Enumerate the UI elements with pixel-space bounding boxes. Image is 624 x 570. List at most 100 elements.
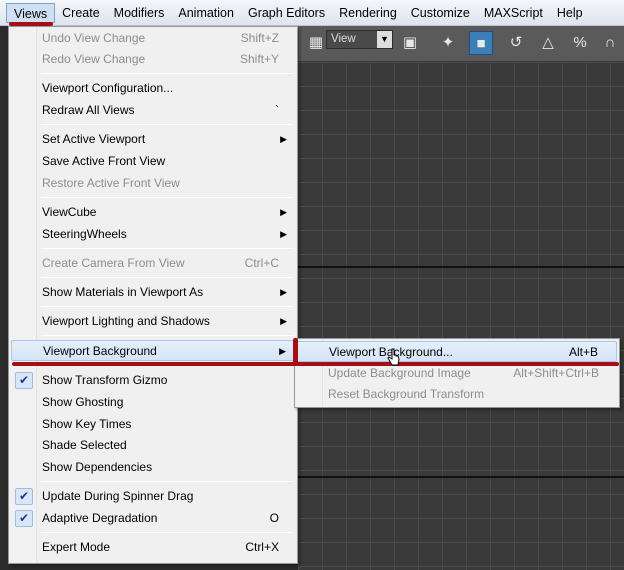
menu-item-label: Redraw All Views <box>42 103 135 117</box>
menu-item-viewport-background[interactable]: Viewport Background ▶ <box>11 340 295 361</box>
menu-modifiers[interactable]: Modifiers <box>107 3 172 23</box>
menu-item-viewcube[interactable]: ViewCube ▶ <box>11 202 295 223</box>
viewport-divider <box>298 476 624 478</box>
menu-item-shortcut: Ctrl+X <box>245 540 279 554</box>
menu-item-expert-mode[interactable]: Expert Mode Ctrl+X <box>11 537 295 558</box>
menu-item-steeringwheels[interactable]: SteeringWheels ▶ <box>11 224 295 245</box>
menu-item-shortcut: Shift+Z <box>240 31 279 45</box>
checkmark-icon: ✔ <box>15 372 33 389</box>
menu-item-label: Update Background Image <box>328 366 471 380</box>
menu-item-label: Reset Background Transform <box>328 387 485 401</box>
annotation-underline-views <box>9 22 53 26</box>
menu-item-label: Show Materials in Viewport As <box>42 285 204 299</box>
menu-graph-editors[interactable]: Graph Editors <box>241 3 332 23</box>
menu-animation[interactable]: Animation <box>171 3 241 23</box>
menu-item-update-background-image[interactable]: Update Background Image Alt+Shift+Ctrl+B <box>297 363 617 384</box>
menu-item-label: Undo View Change <box>42 31 146 45</box>
viewport-background-submenu: Viewport Background... Alt+B Update Back… <box>294 338 620 408</box>
menu-item-show-key-times[interactable]: Show Key Times <box>11 414 295 435</box>
menu-item-reset-background-transform[interactable]: Reset Background Transform <box>297 384 617 405</box>
menu-item-viewport-configuration[interactable]: Viewport Configuration... <box>11 78 295 99</box>
menu-item-undo-view-change[interactable]: Undo View Change Shift+Z <box>11 28 295 49</box>
mouse-cursor-icon <box>387 348 400 366</box>
viewport-divider <box>298 266 624 268</box>
views-menu: Undo View Change Shift+Z Redo View Chang… <box>8 26 298 564</box>
menu-item-shortcut: Shift+Y <box>239 52 279 66</box>
menu-item-label: Save Active Front View <box>42 154 166 168</box>
menu-item-label: Viewport Background <box>43 344 157 358</box>
view-select-value: View <box>331 33 356 45</box>
menu-item-shortcut: O <box>269 511 279 525</box>
walkthrough-icon[interactable]: ▣ <box>398 31 422 55</box>
menu-rendering[interactable]: Rendering <box>332 3 404 23</box>
menu-item-show-transform-gizmo[interactable]: ✔ Show Transform Gizmo <box>11 370 295 391</box>
menu-item-label: Shade Selected <box>42 438 127 452</box>
menu-item-label: Show Dependencies <box>42 460 153 474</box>
menu-separator <box>41 306 293 307</box>
menu-item-save-active-front-view[interactable]: Save Active Front View <box>11 151 295 172</box>
menu-views[interactable]: Views <box>6 2 56 23</box>
menu-item-label: Adaptive Degradation <box>42 511 158 525</box>
menu-separator <box>41 197 293 198</box>
menu-item-viewport-lighting-and-shadows[interactable]: Viewport Lighting and Shadows ▶ <box>11 311 295 332</box>
submenu-arrow-icon: ▶ <box>280 316 287 326</box>
menu-item-restore-active-front-view[interactable]: Restore Active Front View <box>11 173 295 194</box>
menu-separator <box>41 481 293 482</box>
menu-item-update-during-spinner-drag[interactable]: ✔ Update During Spinner Drag <box>11 486 295 507</box>
menu-separator <box>41 277 293 278</box>
menu-item-viewport-background-dialog[interactable]: Viewport Background... Alt+B <box>297 341 617 362</box>
angle-snap-icon[interactable]: △ <box>536 31 560 55</box>
menu-help[interactable]: Help <box>550 3 590 23</box>
checkmark-icon: ✔ <box>15 510 33 527</box>
menu-item-set-active-viewport[interactable]: Set Active Viewport ▶ <box>11 129 295 150</box>
annotation-vertical-bar <box>293 338 298 365</box>
menu-item-label: Viewport Lighting and Shadows <box>42 314 210 328</box>
menu-separator <box>41 73 293 74</box>
menu-item-shortcut: Ctrl+C <box>244 256 279 270</box>
menu-item-show-materials-in-viewport-as[interactable]: Show Materials in Viewport As ▶ <box>11 282 295 303</box>
spinner-snap-icon[interactable]: ∩ <box>598 31 622 55</box>
menu-item-label: Show Transform Gizmo <box>42 373 168 387</box>
menu-item-show-ghosting[interactable]: Show Ghosting <box>11 392 295 413</box>
menu-bar: Views Create Modifiers Animation Graph E… <box>0 0 624 26</box>
menu-customize[interactable]: Customize <box>404 3 477 23</box>
menu-item-label: Create Camera From View <box>42 256 185 270</box>
percent-snap-icon[interactable]: % <box>568 31 592 55</box>
menu-item-redraw-all-views[interactable]: Redraw All Views ` <box>11 100 295 121</box>
checkmark-icon: ✔ <box>15 488 33 505</box>
select-manipulate-icon[interactable]: ✦ <box>436 31 460 55</box>
menu-item-label: ViewCube <box>42 205 97 219</box>
menu-maxscript[interactable]: MAXScript <box>477 3 550 23</box>
menu-item-shade-selected[interactable]: Shade Selected <box>11 435 295 456</box>
snap-3d-icon[interactable]: ↺ <box>504 31 528 55</box>
menu-item-shortcut: Alt+Shift+Ctrl+B <box>513 366 599 380</box>
menu-item-label: Set Active Viewport <box>42 132 146 146</box>
submenu-arrow-icon: ▶ <box>280 287 287 297</box>
menu-item-shortcut: Alt+B <box>568 345 598 359</box>
viewport-grid[interactable] <box>298 62 624 570</box>
menu-item-label: Show Key Times <box>42 417 132 431</box>
menu-item-label: Update During Spinner Drag <box>42 489 194 503</box>
submenu-arrow-icon: ▶ <box>280 229 287 239</box>
menu-separator <box>41 532 293 533</box>
menu-item-create-camera-from-view[interactable]: Create Camera From View Ctrl+C <box>11 253 295 274</box>
viewport-split-icon[interactable]: ▦ <box>304 31 328 55</box>
menu-separator <box>41 248 293 249</box>
reference-coordinate-select[interactable]: View ▼ <box>326 30 393 49</box>
menu-item-label: Restore Active Front View <box>42 176 180 190</box>
submenu-arrow-icon: ▶ <box>279 346 286 356</box>
menu-separator <box>41 124 293 125</box>
annotation-underline-viewport-background <box>12 362 619 366</box>
menu-item-shortcut: ` <box>275 103 279 117</box>
menu-item-label: Expert Mode <box>42 540 111 554</box>
menu-item-adaptive-degradation[interactable]: ✔ Adaptive Degradation O <box>11 508 295 529</box>
menu-item-redo-view-change[interactable]: Redo View Change Shift+Y <box>11 49 295 70</box>
menu-create[interactable]: Create <box>55 3 107 23</box>
menu-item-label: Viewport Configuration... <box>42 81 174 95</box>
chevron-down-icon[interactable]: ▼ <box>377 31 392 48</box>
menu-item-label: Show Ghosting <box>42 395 124 409</box>
submenu-arrow-icon: ▶ <box>280 134 287 144</box>
box-icon[interactable]: ■ <box>469 31 493 55</box>
menu-item-label: SteeringWheels <box>42 227 127 241</box>
menu-item-show-dependencies[interactable]: Show Dependencies <box>11 457 295 478</box>
